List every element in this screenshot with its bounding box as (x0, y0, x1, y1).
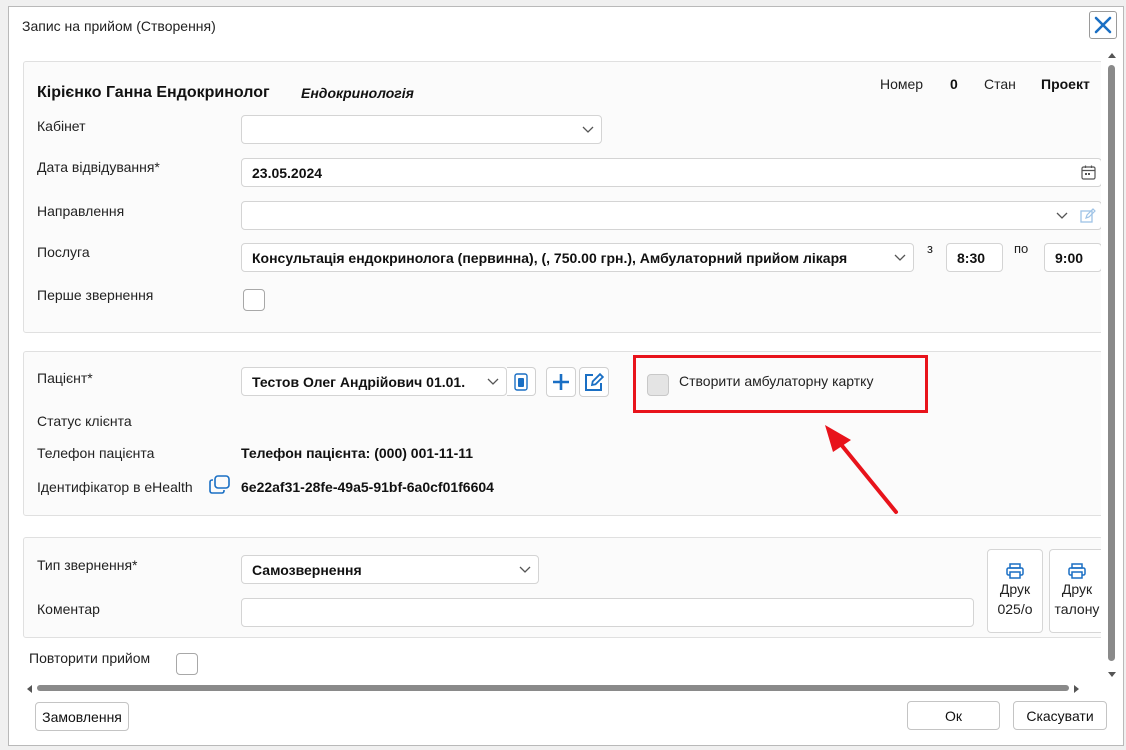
dialog-window: Запис на прийом (Створення) Кірієнко Ган… (8, 6, 1124, 746)
time-from-value: 8:30 (957, 249, 986, 266)
number-label: Номер (880, 76, 924, 92)
appeal-type-label: Тип звернення* (37, 557, 138, 573)
cancel-button[interactable]: Скасувати (1013, 701, 1107, 730)
horizontal-scrollbar[interactable] (23, 681, 1083, 695)
scroll-left-icon[interactable] (25, 684, 33, 694)
patient-select[interactable]: Тестов Олег Андрійович 01.01. (241, 367, 507, 396)
first-visit-label: Перше звернення (37, 287, 154, 303)
comment-input[interactable] (241, 598, 974, 627)
vertical-scroll-thumb[interactable] (1108, 65, 1115, 661)
add-patient-button[interactable] (546, 367, 576, 397)
scroll-right-icon[interactable] (1073, 684, 1081, 694)
chevron-down-icon (512, 556, 538, 583)
print-025-button[interactable]: Друк 025/о (987, 549, 1043, 633)
appeal-type-select[interactable]: Самозвернення (241, 555, 539, 584)
time-to-label: по (1014, 241, 1029, 256)
referral-select[interactable] (241, 201, 1101, 230)
print-ticket-line2: талону (1054, 601, 1100, 617)
patient-value: Тестов Олег Андрійович 01.01. (252, 373, 466, 390)
service-label: Послуга (37, 244, 90, 260)
cabinet-select[interactable] (241, 115, 602, 144)
doctor-name: Кірієнко Ганна Ендокринолог (37, 84, 270, 101)
time-from-label: з (927, 241, 933, 256)
window-title: Запис на прийом (Створення) (22, 18, 216, 34)
visit-date-label: Дата відвідування* (37, 159, 160, 175)
client-status-label: Статус клієнта (37, 413, 132, 429)
print-ticket-line1: Друк (1061, 581, 1093, 597)
time-to-value: 9:00 (1055, 249, 1084, 266)
title-bar: Запис на прийом (Створення) (9, 7, 1123, 43)
phone-value: Телефон пацієнта: (000) 001-11-11 (241, 445, 474, 461)
chevron-down-icon (1049, 202, 1075, 229)
doctor-specialty: Ендокринологія (301, 85, 414, 101)
chevron-down-icon (480, 368, 506, 395)
appeal-type-value: Самозвернення (252, 561, 362, 578)
edit-icon[interactable] (1075, 202, 1101, 229)
cabinet-label: Кабінет (37, 118, 86, 134)
service-select[interactable]: Консультація ендокринолога (первинна), (… (241, 243, 914, 272)
chevron-down-icon (575, 116, 601, 143)
annotation-arrow (825, 425, 898, 514)
print-ticket-button[interactable]: Друк талону (1049, 549, 1101, 633)
service-value: Консультація ендокринолога (первинна), (… (252, 249, 848, 266)
highlight-box (633, 355, 928, 413)
visit-date-input[interactable]: 23.05.2024 (241, 158, 1101, 187)
state-value: Проект (1041, 76, 1090, 92)
ehealth-label: Ідентифікатор в eHealth (37, 479, 193, 495)
patient-panel: Пацієнт* Тестов Олег Андрійович 01.01. С… (23, 351, 1101, 516)
card-icon (514, 372, 528, 391)
appeal-panel: Тип звернення* Самозвернення Коментар Др… (23, 537, 1101, 638)
patient-label: Пацієнт* (37, 370, 93, 386)
number-value: 0 (950, 76, 958, 92)
first-visit-checkbox[interactable] (243, 289, 265, 311)
visit-date-value: 23.05.2024 (252, 164, 323, 181)
time-from-input[interactable]: 8:30 (946, 243, 1003, 272)
repeat-checkbox[interactable] (176, 653, 198, 675)
copy-icon[interactable] (209, 475, 231, 495)
state-label: Стан (984, 76, 1016, 92)
patient-card-button[interactable] (507, 367, 536, 396)
referral-label: Направлення (37, 203, 125, 219)
order-button[interactable]: Замовлення (35, 702, 129, 731)
ehealth-value: 6e22af31-28fe-49a5-91bf-6a0cf01f6604 (241, 479, 494, 495)
close-icon (1094, 16, 1112, 34)
form-content: Кірієнко Ганна Ендокринолог Ендокринолог… (9, 43, 1101, 680)
appointment-panel: Кірієнко Ганна Ендокринолог Ендокринолог… (23, 61, 1101, 333)
print-025-line1: Друк (999, 581, 1031, 597)
printer-icon (1006, 563, 1024, 579)
repeat-label: Повторити прийом (29, 650, 151, 666)
calendar-icon[interactable] (1075, 159, 1101, 186)
printer-icon (1068, 563, 1086, 579)
horizontal-scroll-thumb[interactable] (37, 685, 1069, 691)
comment-label: Коментар (37, 601, 100, 617)
edit-patient-button[interactable] (579, 367, 609, 397)
time-to-input[interactable]: 9:00 (1044, 243, 1101, 272)
scroll-down-icon[interactable] (1107, 671, 1117, 679)
close-button[interactable] (1089, 11, 1117, 39)
chevron-down-icon (887, 244, 913, 271)
ok-button[interactable]: Ок (907, 701, 1000, 730)
print-025-line2: 025/о (997, 601, 1033, 617)
phone-label: Телефон пацієнта (37, 445, 155, 461)
plus-icon (553, 374, 569, 390)
edit-icon (585, 372, 604, 391)
scroll-up-icon[interactable] (1107, 51, 1117, 59)
vertical-scrollbar[interactable] (1105, 47, 1119, 687)
